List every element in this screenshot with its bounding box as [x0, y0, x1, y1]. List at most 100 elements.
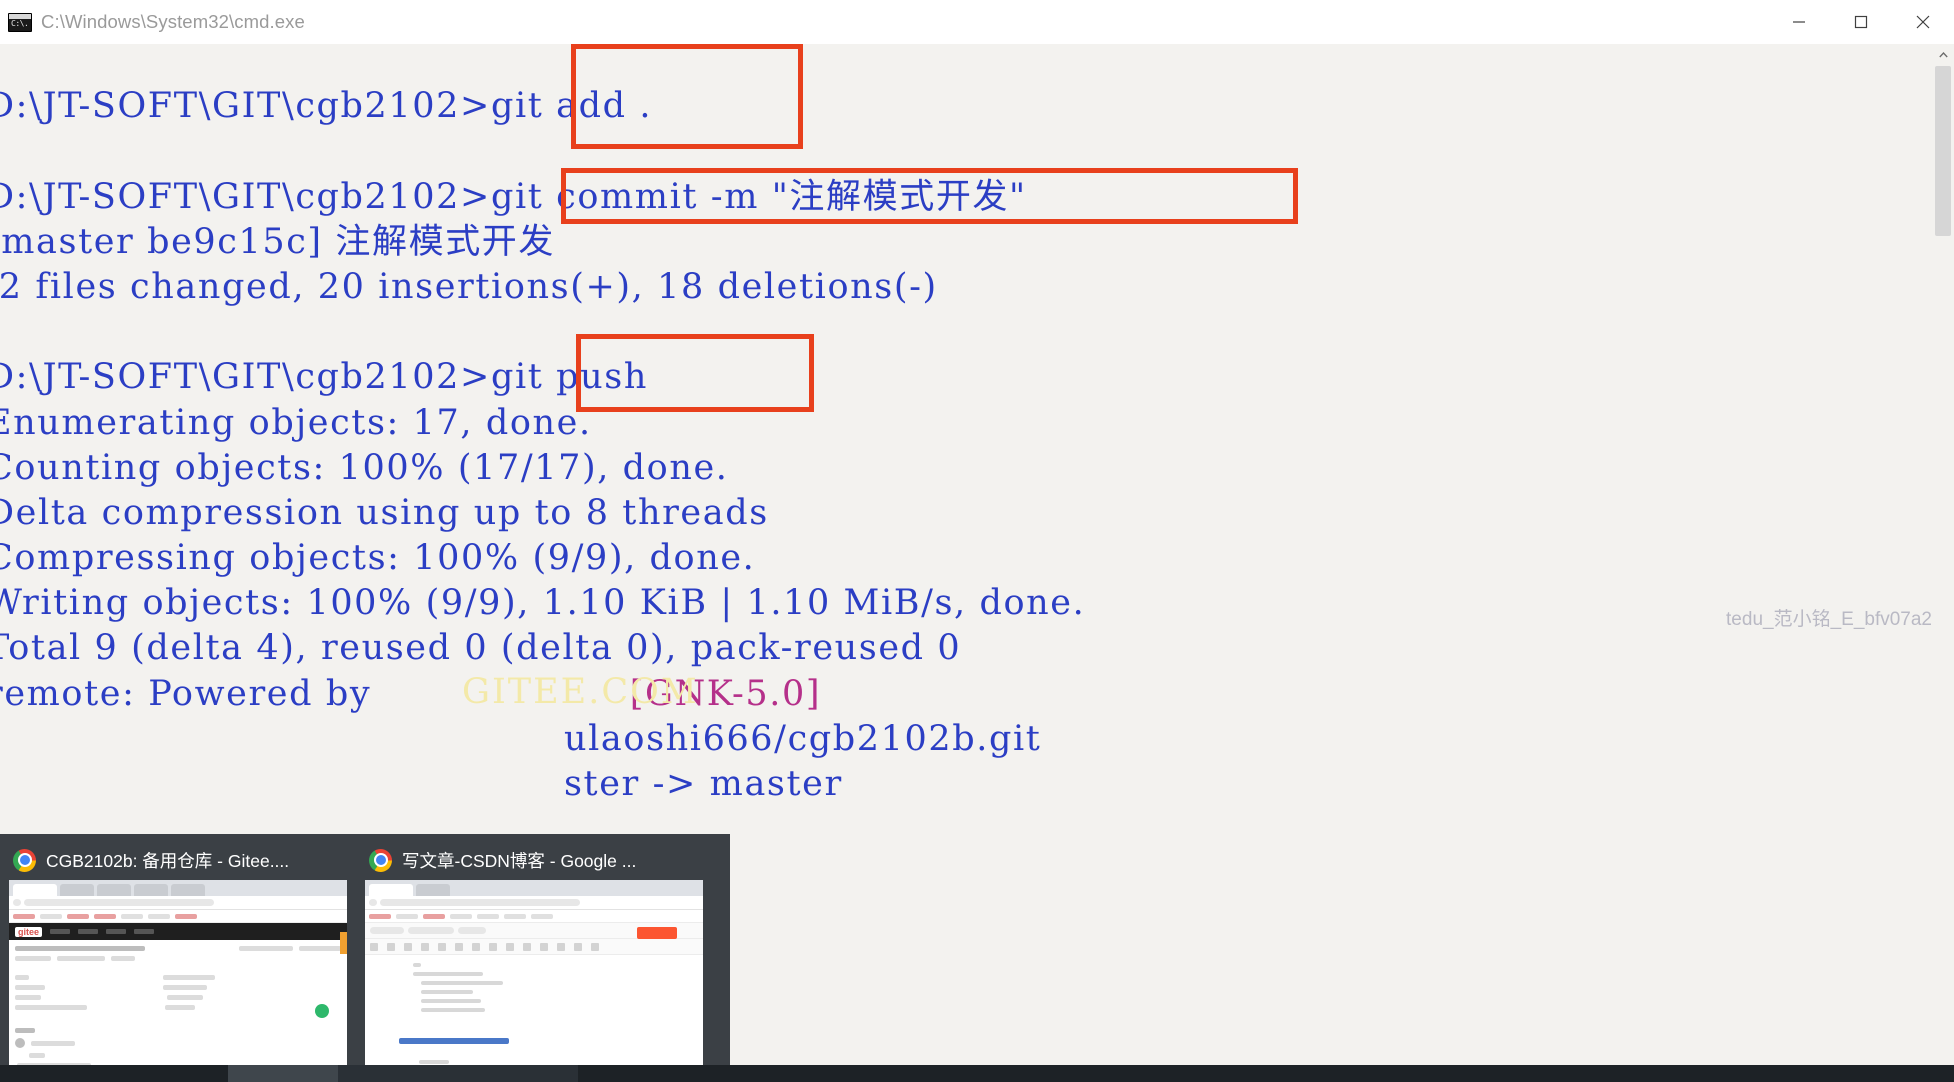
console-line-to-url: ulaoshi666/cgb2102b.git	[564, 718, 1042, 759]
gitee-text	[163, 975, 215, 980]
console-line-branch-ref: ster -> master	[564, 764, 843, 805]
gitee-nav-item	[106, 929, 127, 934]
mini-bookmark	[13, 913, 35, 919]
chrome-icon	[13, 848, 36, 872]
console-line-delta-compression: Delta compression using up to 8 threads	[0, 492, 769, 533]
gitee-text	[15, 956, 51, 961]
taskbar-preview-csdn[interactable]: 写文章-CSDN博客 - Google ...	[356, 834, 712, 1082]
mini-bookmark	[67, 913, 89, 919]
mini-tab	[13, 884, 57, 896]
csdn-tool	[574, 942, 582, 951]
chevron-up-icon	[1938, 52, 1948, 58]
gitee-floating-badge	[315, 1004, 329, 1018]
close-icon	[1916, 15, 1930, 29]
scrollbar-thumb[interactable]	[1935, 66, 1951, 236]
chrome-icon	[369, 848, 392, 872]
window-title: C:\Windows\System32\cmd.exe	[41, 11, 305, 32]
taskbar-button-active-1[interactable]	[228, 1065, 338, 1082]
csdn-publish-button[interactable]	[637, 927, 677, 939]
mini-urlbar	[9, 896, 347, 910]
csdn-tool	[557, 942, 565, 951]
csdn-tool	[455, 942, 463, 951]
maximize-icon	[1854, 15, 1868, 29]
console-line-master-commit: [master be9c15c] 注解模式开发	[0, 221, 556, 262]
gitee-text	[15, 946, 145, 951]
csdn-article-content	[365, 955, 703, 1070]
mini-pill	[380, 899, 580, 906]
mini-tab	[134, 884, 168, 896]
csdn-title-field	[370, 927, 404, 934]
window-titlebar[interactable]: C:\Windows\System32\cmd.exe	[0, 0, 1954, 44]
gitee-row	[15, 956, 341, 961]
preview-header-gitee: CGB2102b: 备用仓库 - Gitee....	[9, 842, 347, 878]
gitee-page-body	[9, 940, 347, 1070]
close-button[interactable]	[1892, 0, 1954, 44]
cmd-icon	[8, 12, 32, 32]
gitee-site-nav: gitee	[9, 923, 347, 940]
mini-tab	[60, 884, 94, 896]
console-line-total: Total 9 (delta 4), reused 0 (delta 0), p…	[0, 628, 962, 669]
mini-bookmark	[450, 913, 472, 919]
maximize-button[interactable]	[1830, 0, 1892, 44]
console-line-blank-2	[0, 310, 1085, 355]
gitee-text	[239, 946, 293, 951]
gitee-text	[57, 956, 105, 961]
gitee-text	[15, 995, 41, 1000]
preview-header-csdn: 写文章-CSDN博客 - Google ...	[365, 842, 703, 878]
desktop-taskbar[interactable]	[0, 1065, 1954, 1082]
gitee-text	[165, 1005, 195, 1010]
gitee-row	[15, 1005, 341, 1010]
gitee-logo: gitee	[15, 926, 43, 937]
console-line-writing: Writing objects: 100% (9/9), 1.10 KiB | …	[0, 583, 1086, 624]
minimize-button[interactable]	[1768, 0, 1830, 44]
gitee-text	[15, 1028, 35, 1033]
console-line-git-push: D:\JT-SOFT\GIT\cgb2102>git push	[0, 357, 648, 398]
console-line-files-changed: 2 files changed, 20 insertions(+), 18 de…	[0, 266, 938, 307]
taskbar-preview-gitee[interactable]: CGB2102b: 备用仓库 - Gitee.... gitee	[0, 834, 356, 1082]
mini-tab	[416, 884, 450, 896]
console-line-blank-1	[0, 129, 1085, 174]
mini-bookmarks-bar	[365, 910, 703, 923]
mini-bookmark	[423, 913, 445, 919]
scroll-up-button[interactable]	[1932, 44, 1954, 66]
csdn-tool	[472, 942, 480, 951]
console-output-area[interactable]: D:\JT-SOFT\GIT\cgb2102>git add . D:\JT-SO…	[0, 44, 1954, 1082]
gitee-row	[15, 1053, 341, 1058]
csdn-line	[421, 999, 481, 1003]
preview-thumbnail-csdn[interactable]	[365, 880, 703, 1070]
gitee-nav-item	[50, 929, 71, 934]
mini-tab	[171, 884, 205, 896]
cmd-window: C:\Windows\System32\cmd.exe	[0, 0, 1954, 1082]
console-line-counting: Counting objects: 100% (17/17), done.	[0, 447, 729, 488]
gitee-avatar	[15, 1038, 25, 1048]
taskbar-button-active-2[interactable]	[338, 1065, 578, 1082]
console-text-buffer: D:\JT-SOFT\GIT\cgb2102>git add . D:\JT-SO…	[0, 44, 1085, 898]
csdn-editor-toolbar	[365, 939, 703, 955]
vertical-scrollbar[interactable]	[1932, 44, 1954, 1082]
csdn-heading	[399, 1038, 509, 1044]
preview-thumbnail-gitee[interactable]: gitee	[9, 880, 347, 1070]
gitee-row	[15, 1028, 341, 1033]
gitee-text	[15, 975, 29, 980]
gitee-text	[15, 1005, 87, 1010]
gitee-text	[31, 1040, 75, 1046]
preview-title-gitee: CGB2102b: 备用仓库 - Gitee....	[46, 850, 290, 871]
csdn-tool	[387, 942, 395, 951]
mini-tab	[97, 884, 131, 896]
gitee-text	[15, 985, 45, 990]
mini-bookmark	[477, 913, 499, 919]
gitee-side-tab	[340, 932, 347, 954]
gitee-text	[299, 946, 341, 951]
csdn-tool	[489, 942, 497, 951]
console-line-git-add: D:\JT-SOFT\GIT\cgb2102>git add .	[0, 86, 653, 127]
csdn-title-field	[408, 927, 454, 934]
gitee-row	[15, 995, 341, 1000]
gitee-text	[167, 995, 203, 1000]
gitee-row	[15, 946, 341, 951]
console-line-compressing: Compressing objects: 100% (9/9), done.	[0, 538, 756, 579]
gitee-text	[111, 956, 135, 961]
csdn-tool	[438, 942, 446, 951]
mini-bookmark	[396, 913, 418, 919]
mini-bookmark	[175, 913, 197, 919]
csdn-tool	[506, 942, 514, 951]
